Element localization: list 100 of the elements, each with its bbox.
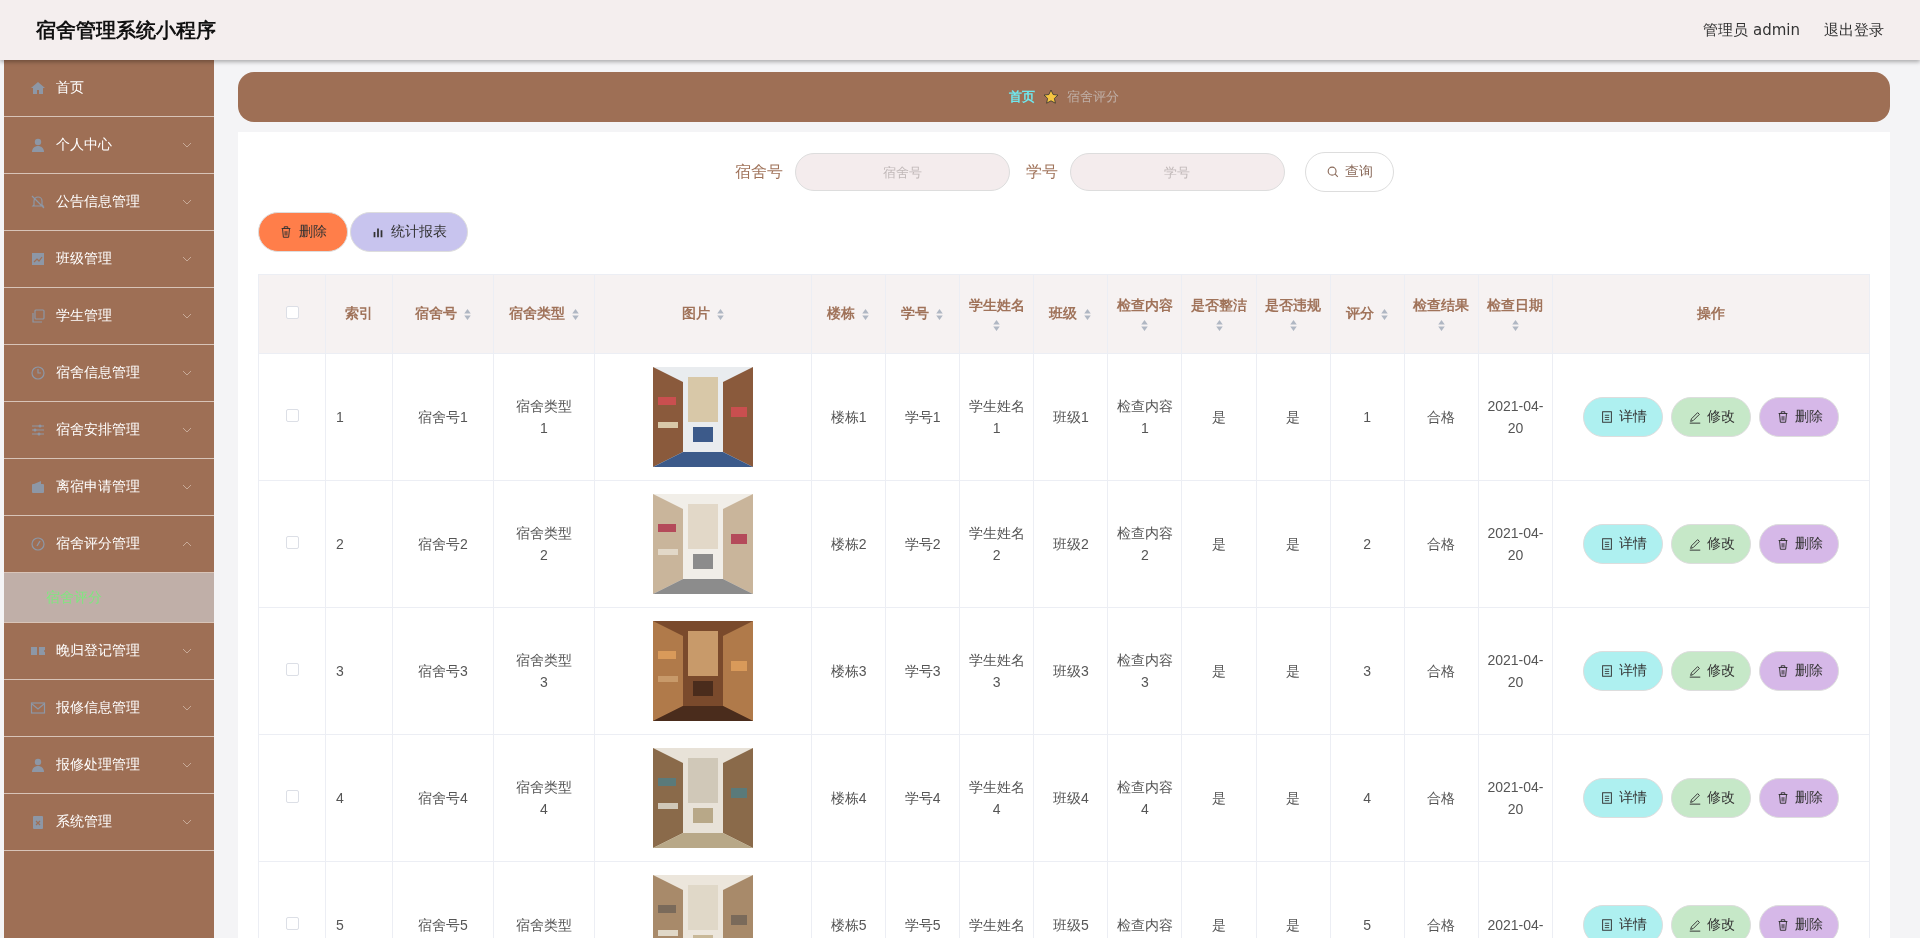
search-button[interactable]: 查询 [1304, 152, 1394, 192]
sort-icon[interactable] [1288, 318, 1298, 332]
table-cell-text: 检查内容2 [1115, 524, 1174, 565]
table-cell-text: 宿舍类型2 [515, 524, 573, 565]
edit-button[interactable]: 修改 [1671, 651, 1751, 691]
sidebar-item[interactable]: 学生管理 [4, 288, 214, 345]
row-checkbox[interactable] [285, 409, 299, 422]
column-header: 检查结果 [1413, 296, 1470, 315]
table-cell-text: 班级5 [1052, 916, 1089, 935]
app-title: 宿舍管理系统小程序 [36, 16, 216, 44]
select-all-checkbox[interactable] [285, 306, 299, 319]
table-cell-text: 楼栋2 [830, 535, 867, 554]
table-cell-text: 2021-04- [1487, 916, 1544, 935]
copy-icon [30, 308, 46, 324]
sidebar-item[interactable]: 晚归登记管理 [4, 623, 214, 680]
breadcrumb-link[interactable]: 首页 [1009, 88, 1035, 106]
sort-icon[interactable] [935, 307, 945, 321]
table-cell-text: 宿舍号3 [418, 662, 468, 681]
mail-icon [30, 700, 46, 716]
sidebar-item[interactable]: 首页 [4, 60, 214, 117]
sort-icon[interactable] [462, 307, 472, 321]
table-cell-text: 楼栋4 [830, 789, 867, 808]
sort-icon[interactable] [1436, 318, 1446, 332]
table-cell-text: 班级3 [1052, 662, 1089, 681]
table-cell-text: 检查内容 [1116, 916, 1173, 935]
table-cell-text: 宿舍类型4 [515, 778, 573, 819]
edit-button[interactable]: 修改 [1671, 524, 1751, 564]
column-header: 楼栋 [827, 305, 856, 323]
document-icon [1599, 791, 1614, 805]
delete-button[interactable]: 删除 [1759, 905, 1839, 938]
sort-icon[interactable] [570, 307, 580, 321]
table-cell-text: 班级1 [1052, 408, 1089, 427]
edit-button[interactable]: 修改 [1671, 905, 1751, 938]
delete-button[interactable]: 删除 [1759, 778, 1839, 818]
table-cell-text: 学生姓名1 [967, 397, 1026, 438]
detail-button[interactable]: 详情 [1583, 524, 1663, 564]
logout-link[interactable]: 退出登录 [1824, 20, 1884, 40]
report-button[interactable]: 统计报表 [350, 212, 468, 252]
sidebar-item[interactable]: 公告信息管理 [4, 174, 214, 231]
sort-icon[interactable] [1379, 307, 1389, 321]
table-cell-text: 学号4 [904, 789, 941, 808]
column-header: 是否违规 [1265, 296, 1322, 315]
delete-button[interactable]: 删除 [1759, 397, 1839, 437]
sidebar-item[interactable]: 班级管理 [4, 231, 214, 288]
clock-icon [30, 365, 46, 381]
table-cell-text: 2021-04-20 [1486, 524, 1545, 565]
table-cell-text: 是 [1286, 408, 1301, 427]
table-cell-text: 学号2 [904, 535, 941, 554]
column-header: 检查日期 [1487, 296, 1544, 315]
row-checkbox[interactable] [285, 663, 299, 676]
column-header: 图片 [681, 305, 710, 323]
delete-button[interactable]: 删除 [1759, 651, 1839, 691]
table-cell-text: 班级4 [1052, 789, 1089, 808]
detail-button[interactable]: 详情 [1583, 397, 1663, 437]
table-cell-text: 5 [336, 916, 344, 935]
table-cell-text: 班级2 [1052, 535, 1089, 554]
delete-button[interactable]: 删除 [1759, 524, 1839, 564]
table-cell-text: 合格 [1427, 789, 1456, 808]
edit-button[interactable]: 修改 [1671, 778, 1751, 818]
table-cell-text: 2021-04-20 [1486, 778, 1545, 819]
edit-button[interactable]: 修改 [1671, 397, 1751, 437]
detail-button[interactable]: 详情 [1583, 651, 1663, 691]
column-header: 学号 [901, 305, 930, 323]
sort-icon[interactable] [1140, 318, 1150, 332]
sidebar-item[interactable]: 系统管理 [4, 794, 214, 851]
sort-icon[interactable] [715, 307, 725, 321]
table-cell-text: 学生姓名2 [967, 524, 1026, 565]
document-icon [1599, 537, 1614, 551]
detail-button[interactable]: 详情 [1583, 905, 1663, 938]
trash-icon [279, 225, 293, 239]
table-cell-text: 4 [1363, 789, 1372, 808]
sort-icon[interactable] [1083, 307, 1093, 321]
sort-icon[interactable] [1510, 318, 1520, 332]
row-checkbox[interactable] [285, 790, 299, 803]
sidebar-item[interactable]: 宿舍安排管理 [4, 402, 214, 459]
sidebar-item[interactable]: 报修信息管理 [4, 680, 214, 737]
table-cell-text: 合格 [1427, 662, 1456, 681]
table-cell-text: 合格 [1427, 916, 1456, 935]
sort-icon[interactable] [1214, 318, 1224, 332]
column-header: 学生姓名 [968, 296, 1025, 315]
sidebar-item[interactable]: 离宿申请管理 [4, 459, 214, 516]
detail-button[interactable]: 详情 [1583, 778, 1663, 818]
table-cell-text: 宿舍号1 [418, 408, 468, 427]
pencil-icon [1687, 410, 1702, 424]
sidebar-item[interactable]: 个人中心 [4, 117, 214, 174]
sidebar-item[interactable]: 报修处理管理 [4, 737, 214, 794]
sliders-icon [30, 422, 46, 438]
table-cell-text: 是 [1286, 916, 1301, 935]
row-checkbox[interactable] [285, 917, 299, 930]
document-icon [1599, 664, 1614, 678]
row-checkbox[interactable] [285, 536, 299, 549]
delete-button[interactable]: 删除 [258, 212, 348, 252]
table-cell-text: 3 [1363, 662, 1372, 681]
table-cell-text: 5 [1363, 916, 1372, 935]
home-icon [30, 80, 46, 96]
sort-icon[interactable] [861, 307, 871, 321]
compass-icon [30, 536, 46, 552]
sidebar-item[interactable]: 宿舍信息管理 [4, 345, 214, 402]
sort-icon[interactable] [992, 318, 1002, 332]
table-cell-text: 是 [1286, 535, 1301, 554]
